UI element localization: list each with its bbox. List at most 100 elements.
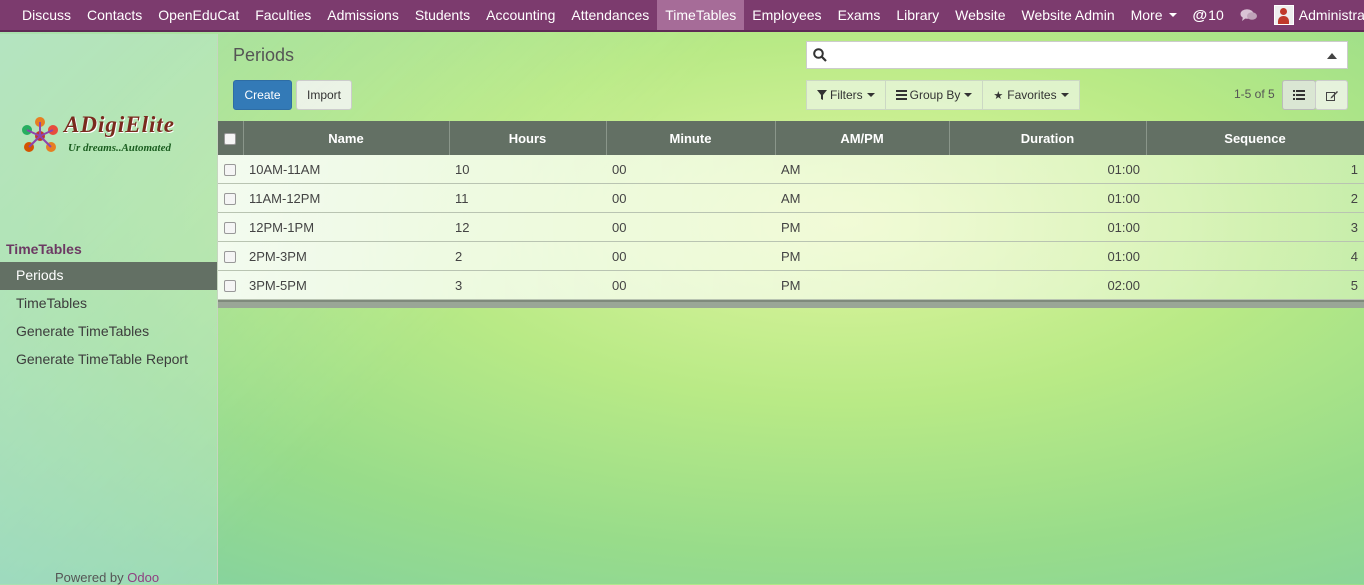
cell-hours: 3 — [449, 270, 606, 300]
cell-ampm: PM — [775, 241, 949, 271]
menu-website-admin[interactable]: Website Admin — [1013, 0, 1122, 30]
cell-duration: 01:00 — [949, 183, 1146, 213]
cell-minute: 00 — [606, 270, 775, 300]
sidebar-item-generate-timetable-report[interactable]: Generate TimeTable Report — [0, 346, 217, 374]
caret-down-icon — [866, 93, 875, 97]
table-footer — [218, 300, 1364, 308]
column-header-duration[interactable]: Duration — [949, 121, 1147, 155]
menu-faculties[interactable]: Faculties — [247, 0, 319, 30]
cell-hours: 10 — [449, 155, 606, 184]
edit-icon — [1325, 90, 1338, 101]
logo-title: ADigiElite — [64, 112, 175, 137]
star-icon: ★ — [993, 89, 1004, 102]
table-row[interactable]: 10AM-11AM 10 00 AM 01:00 1 — [218, 155, 1364, 184]
search-options-toggle-icon[interactable] — [1327, 53, 1337, 59]
column-header-minute[interactable]: Minute — [606, 121, 776, 155]
select-all-checkbox[interactable] — [218, 121, 244, 155]
group-by-button[interactable]: Group By — [884, 80, 984, 110]
menu-timetables[interactable]: TimeTables — [657, 0, 745, 30]
cell-minute: 00 — [606, 212, 775, 242]
powered-by-label: Powered by — [55, 570, 124, 585]
company-logo[interactable]: ADigiElite Ur dreams..Automated — [20, 112, 200, 162]
menu-accounting[interactable]: Accounting — [478, 0, 563, 30]
menu-attendances[interactable]: Attendances — [563, 0, 657, 30]
mentions-count: 10 — [1208, 7, 1224, 23]
chat-button[interactable] — [1232, 8, 1266, 22]
cell-sequence: 1 — [1146, 155, 1364, 184]
filters-button[interactable]: Filters — [806, 80, 886, 110]
cell-ampm: AM — [775, 183, 949, 213]
group-by-label: Group By — [909, 88, 961, 102]
cell-name: 11AM-12PM — [243, 183, 449, 213]
main-menu: Discuss Contacts OpenEduCat Faculties Ad… — [0, 0, 1185, 30]
sidebar-item-timetables[interactable]: TimeTables — [0, 290, 217, 318]
caret-down-icon — [1168, 13, 1177, 17]
row-checkbox[interactable] — [218, 212, 243, 242]
caret-down-icon — [1060, 93, 1069, 97]
powered-by: Powered by Odoo — [55, 570, 159, 585]
sidebar: ADigiElite Ur dreams..Automated TimeTabl… — [0, 34, 218, 585]
sidebar-item-periods[interactable]: Periods — [0, 262, 217, 290]
list-bars-icon — [895, 90, 907, 100]
row-checkbox[interactable] — [218, 241, 243, 271]
table-row[interactable]: 12PM-1PM 12 00 PM 01:00 3 — [218, 212, 1364, 242]
column-header-name[interactable]: Name — [243, 121, 450, 155]
sidebar-item-generate-timetables[interactable]: Generate TimeTables — [0, 318, 217, 346]
column-header-hours[interactable]: Hours — [449, 121, 607, 155]
column-header-sequence[interactable]: Sequence — [1146, 121, 1364, 155]
menu-employees[interactable]: Employees — [744, 0, 829, 30]
cell-minute: 00 — [606, 241, 775, 271]
import-button[interactable]: Import — [296, 80, 352, 110]
row-checkbox[interactable] — [218, 155, 243, 184]
checkbox-icon — [224, 251, 236, 264]
cell-hours: 12 — [449, 212, 606, 242]
filters-label: Filters — [830, 88, 863, 102]
filter-icon — [817, 90, 827, 100]
table-row[interactable]: 11AM-12PM 11 00 AM 01:00 2 — [218, 183, 1364, 213]
mentions-counter[interactable]: @ 10 — [1185, 7, 1232, 24]
menu-contacts[interactable]: Contacts — [79, 0, 150, 30]
table-row[interactable]: 2PM-3PM 2 00 PM 01:00 4 — [218, 241, 1364, 271]
cell-ampm: PM — [775, 270, 949, 300]
page-title: Periods — [233, 45, 295, 65]
menu-exams[interactable]: Exams — [830, 0, 889, 30]
checkbox-icon — [224, 222, 236, 235]
menu-website[interactable]: Website — [947, 0, 1013, 30]
checkbox-icon — [224, 280, 236, 293]
cell-duration: 02:00 — [949, 270, 1146, 300]
create-button[interactable]: Create — [233, 80, 292, 110]
menu-discuss[interactable]: Discuss — [14, 0, 79, 30]
cell-duration: 01:00 — [949, 212, 1146, 242]
search-box — [806, 41, 1348, 69]
checkbox-icon — [224, 193, 236, 206]
table-row[interactable]: 3PM-5PM 3 00 PM 02:00 5 — [218, 270, 1364, 300]
caret-down-icon — [964, 93, 973, 97]
column-header-ampm[interactable]: AM/PM — [775, 121, 950, 155]
menu-more-label: More — [1130, 7, 1163, 23]
cell-hours: 11 — [449, 183, 606, 213]
row-checkbox[interactable] — [218, 183, 243, 213]
favorites-button[interactable]: ★ Favorites — [982, 80, 1080, 110]
user-menu[interactable]: Administrator — [1266, 5, 1364, 25]
row-checkbox[interactable] — [218, 270, 243, 300]
menu-library[interactable]: Library — [888, 0, 947, 30]
odoo-link[interactable]: Odoo — [127, 570, 159, 585]
menu-students[interactable]: Students — [407, 0, 478, 30]
menu-admissions[interactable]: Admissions — [319, 0, 407, 30]
checkbox-icon — [224, 164, 236, 177]
cell-duration: 01:00 — [949, 241, 1146, 271]
menu-more[interactable]: More — [1123, 0, 1185, 30]
pager-value[interactable]: 1-5 of 5 — [1234, 87, 1275, 101]
list-view-button[interactable] — [1282, 80, 1316, 110]
cell-duration: 01:00 — [949, 155, 1146, 184]
top-navbar: Discuss Contacts OpenEduCat Faculties Ad… — [0, 0, 1364, 32]
form-view-button[interactable] — [1315, 80, 1348, 110]
cell-ampm: PM — [775, 212, 949, 242]
menu-openeducat[interactable]: OpenEduCat — [150, 0, 247, 30]
search-filter-buttons: Filters Group By ★ Favorites — [806, 80, 1080, 110]
search-input[interactable] — [837, 46, 1321, 66]
user-name: Administrator — [1298, 7, 1364, 23]
cell-name: 10AM-11AM — [243, 155, 449, 184]
periods-list: Name Hours Minute AM/PM Duration Sequenc… — [218, 121, 1364, 308]
at-sign-icon: @ — [1192, 6, 1208, 24]
